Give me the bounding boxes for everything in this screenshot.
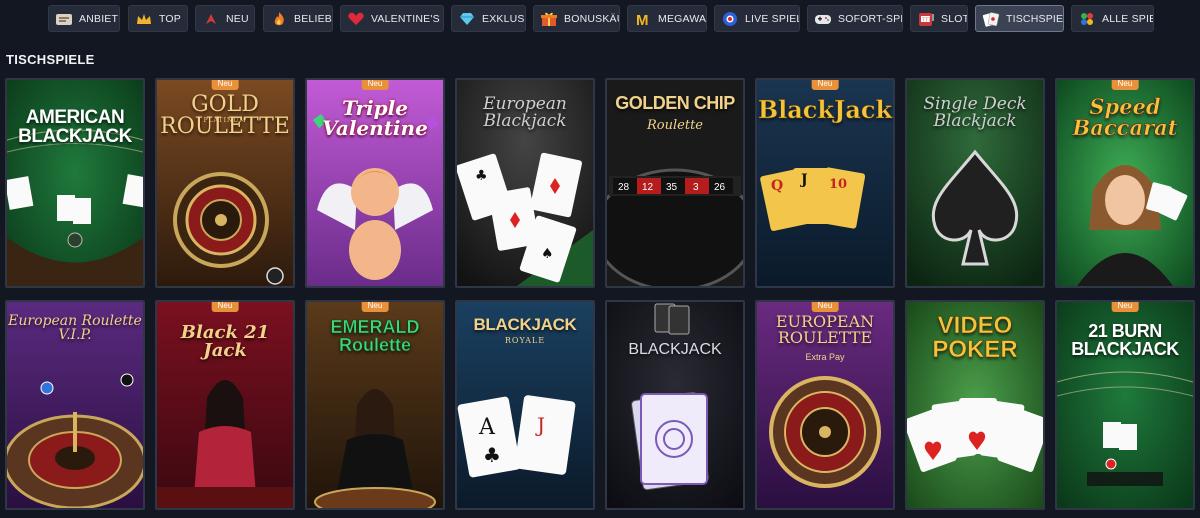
cards-icon: [982, 11, 1000, 27]
gamepad-icon: [814, 11, 832, 27]
game-subtitle: PLATINUM: [203, 117, 247, 124]
svg-text:3: 3: [693, 182, 699, 193]
game-tile-blackjack-dark[interactable]: BLACKJACK: [605, 300, 745, 510]
game-tile-blackjack-royale[interactable]: A ♣ J BLACKJACK ROYALE: [455, 300, 595, 510]
category-megaways[interactable]: M MEGAWAYS: [627, 5, 707, 32]
svg-text:M: M: [636, 12, 649, 27]
game-tile-blackjack[interactable]: Neu Q J 10 BlackJack: [755, 78, 895, 288]
all-games-icon: [1078, 11, 1096, 27]
category-beliebt[interactable]: BELIEBT: [263, 5, 333, 32]
game-tile-european-roulette-vip[interactable]: European Roulette V.I.P.: [5, 300, 145, 510]
game-tile-triple-valentine[interactable]: Neu Triple Valentine: [305, 78, 445, 288]
crown-icon: [135, 11, 153, 27]
svg-text:Q: Q: [771, 178, 783, 194]
category-bonuskaeufe[interactable]: BONUSKÄUFE: [533, 5, 620, 32]
game-title: AMERICAN BLACKJACK: [18, 107, 132, 148]
game-title: Triple Valentine: [322, 96, 428, 141]
providers-icon: [55, 11, 73, 27]
new-badge: Neu: [811, 302, 839, 312]
svg-text:26: 26: [714, 182, 726, 193]
svg-text:777: 777: [922, 17, 931, 23]
flame-icon: [270, 11, 288, 27]
game-title: BlackJack: [757, 95, 893, 124]
game-subtitle: ROYALE: [504, 336, 546, 345]
svg-text:J: J: [799, 172, 808, 188]
game-tile-speed-baccarat[interactable]: Neu Speed Baccarat: [1055, 78, 1195, 288]
game-tile-gold-roulette[interactable]: Neu GOLD ROULETTE PLATINUM: [155, 78, 295, 288]
new-badge: Neu: [361, 302, 389, 312]
game-title: VIDEO POKER: [932, 312, 1018, 364]
new-badge: Neu: [211, 80, 239, 90]
category-valentines-day[interactable]: VALENTINE'S DAY: [340, 5, 444, 32]
game-subtitle: Roulette: [647, 118, 703, 133]
svg-text:28: 28: [618, 182, 630, 193]
svg-text:10: 10: [829, 177, 847, 192]
svg-text:12: 12: [642, 182, 654, 193]
game-subtitle: Extra Pay: [805, 352, 845, 362]
new-badge: Neu: [211, 302, 239, 312]
category-neu[interactable]: NEU: [195, 5, 255, 32]
game-tile-european-blackjack[interactable]: ♣ ♠ European Blackjack: [455, 78, 595, 288]
new-badge: Neu: [1111, 302, 1139, 312]
game-tile-golden-chip-roulette[interactable]: 28 12 35 3 26 GOLDEN CHIP Roulette: [605, 78, 745, 288]
game-tile-video-poker[interactable]: VIDEO POKER: [905, 300, 1045, 510]
game-tile-single-deck-blackjack[interactable]: Single Deck Blackjack: [905, 78, 1045, 288]
heart-icon: [347, 11, 365, 27]
game-tile-european-roulette-extra-pay[interactable]: Neu EUROPEAN ROULETTE Extra Pay: [755, 300, 895, 510]
game-title: BLACKJACK: [628, 341, 722, 358]
game-title: Single Deck Blackjack: [923, 94, 1027, 132]
game-title: Black 21 Jack: [180, 322, 270, 362]
game-artwork: [607, 302, 743, 508]
game-title: BLACKJACK: [473, 315, 577, 334]
new-badge: Neu: [361, 80, 389, 90]
category-slots[interactable]: 777 SLOTS: [910, 5, 968, 32]
game-title: European Blackjack: [483, 94, 567, 132]
svg-text:♣: ♣: [483, 443, 501, 467]
category-tischspiele[interactable]: TISCHSPIELE: [975, 5, 1064, 32]
game-title: EMERALD Roulette: [330, 317, 420, 356]
category-top[interactable]: TOP: [128, 5, 188, 32]
svg-text:J: J: [535, 413, 545, 437]
svg-text:35: 35: [666, 182, 678, 193]
game-title: 21 BURN BLACKJACK: [1071, 321, 1179, 360]
game-title: Speed Baccarat: [1072, 94, 1178, 141]
game-tile-21-burn-blackjack[interactable]: Neu 21 BURN BLACKJACK: [1055, 300, 1195, 510]
game-title: GOLDEN CHIP: [615, 93, 735, 113]
game-tile-black-21-jack[interactable]: Neu Black 21 Jack: [155, 300, 295, 510]
category-alle-spiele[interactable]: ALLE SPIELE: [1071, 5, 1154, 32]
category-live-spiele[interactable]: LIVE SPIELE: [714, 5, 800, 32]
game-title: European Roulette V.I.P.: [8, 313, 142, 344]
svg-text:A: A: [478, 415, 496, 440]
category-sofort-spiele[interactable]: SOFORT-SPIELE: [807, 5, 903, 32]
svg-text:♠: ♠: [541, 246, 554, 262]
slot-machine-icon: 777: [917, 11, 935, 27]
category-anbieter[interactable]: ANBIETER: [48, 5, 120, 32]
new-arrow-icon: [202, 11, 220, 27]
new-badge: Neu: [1111, 80, 1139, 90]
category-bar: ANBIETER TOP NEU BELIEBT VALENTINE'S DAY…: [0, 0, 1200, 38]
svg-text:♣: ♣: [475, 168, 488, 184]
diamond-icon: [458, 11, 476, 27]
gift-icon: [540, 11, 558, 27]
megaways-icon: M: [634, 11, 652, 27]
live-chip-icon: [721, 11, 739, 27]
game-title: EUROPEAN ROULETTE: [775, 312, 875, 348]
game-tile-american-blackjack[interactable]: AMERICAN BLACKJACK: [5, 78, 145, 288]
category-exklusiv[interactable]: EXKLUSIV: [451, 5, 526, 32]
game-tile-emerald-roulette[interactable]: Neu EMERALD Roulette: [305, 300, 445, 510]
section-title: TISCHSPIELE: [6, 52, 95, 67]
new-badge: Neu: [811, 80, 839, 90]
